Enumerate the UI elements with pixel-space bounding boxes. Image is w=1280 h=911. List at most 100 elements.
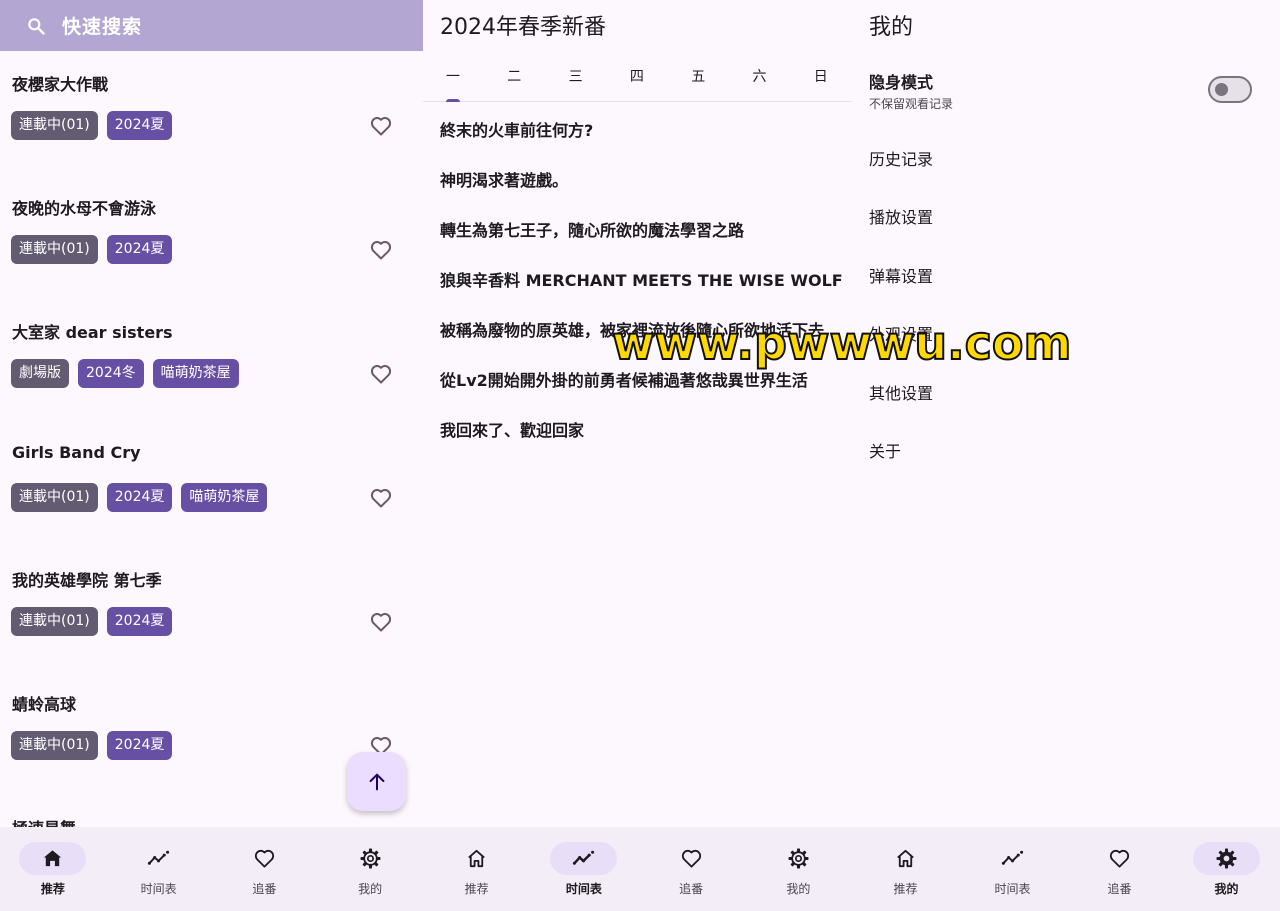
weekday-tab[interactable]: 四 xyxy=(617,66,657,86)
home-panel: 快速搜索 夜櫻家大作戰 連載中(01) 2024夏 夜晚的水母不會游泳 連載中(01) 2… xyxy=(0,0,423,911)
list-item[interactable]: 夜晚的水母不會游泳連載中(01) 2024夏 xyxy=(0,175,423,299)
settings-item[interactable]: 其他设置 xyxy=(869,380,933,404)
nav-label: 追番 xyxy=(252,882,277,896)
nav-item-home[interactable]: 推荐 xyxy=(0,827,106,911)
nav-item-timeline[interactable]: 时间表 xyxy=(106,827,212,911)
schedule-show-item[interactable]: 我回來了、歡迎回家 xyxy=(440,417,584,441)
nav-label: 追番 xyxy=(679,882,704,896)
schedule-panel: 2024年春季新番 一 二 三 四 五 六 日 終末的火車前往何方? 神明渴求著遊戲。轉生為第… xyxy=(423,0,852,911)
mine-panel: 我的 隐身模式 不保留观看记录 历史记录 播放设置 弹幕设置 外观设置 其他设置 关于 推… xyxy=(852,0,1280,911)
tab-indicator xyxy=(446,99,460,102)
tag-badge: 2024夏 xyxy=(106,731,173,760)
nav-label: 时间表 xyxy=(994,882,1031,896)
favorite-heart-icon[interactable] xyxy=(369,362,393,386)
nav-label: 推荐 xyxy=(40,882,65,896)
schedule-show-item[interactable]: 神明渴求著遊戲。 xyxy=(440,167,568,191)
gear-icon xyxy=(1215,847,1238,870)
nav-item-timeline[interactable]: 时间表 xyxy=(959,827,1066,911)
schedule-show-item[interactable]: 終末的火車前往何方? xyxy=(440,117,593,141)
nav-label: 我的 xyxy=(1214,882,1239,896)
tag-badge: 2024夏 xyxy=(106,607,173,636)
bottom-nav: 推荐 时间表 追番 我的 xyxy=(423,827,852,911)
search-placeholder: 快速搜索 xyxy=(62,16,143,38)
nav-item-gear[interactable]: 我的 xyxy=(317,827,423,911)
list-item[interactable]: 大室家 dear sisters 劇場版 2024冬 喵萌奶茶屋 xyxy=(0,299,423,423)
schedule-show-item[interactable]: 從Lv2開始開外掛的前勇者候補過著悠哉異世界生活 xyxy=(440,367,808,391)
arrow-up-icon xyxy=(369,773,384,790)
anime-title: 蜻蛉高球 xyxy=(12,695,77,714)
nav-label: 推荐 xyxy=(464,882,489,896)
tag-badge: 喵萌奶茶屋 xyxy=(152,359,239,388)
search-icon xyxy=(28,17,45,35)
tag-row: 連載中(01) 2024夏 xyxy=(11,731,173,760)
list-item[interactable]: Girls Band Cry 連載中(01) 2024夏 喵萌奶茶屋 xyxy=(0,423,423,547)
bottom-nav: 推荐 时间表 追番 我的 xyxy=(0,827,423,911)
tag-badge: 劇場版 xyxy=(11,359,69,388)
toggle-knob xyxy=(1215,83,1228,96)
tag-badge: 2024夏 xyxy=(106,111,173,140)
list-item[interactable]: 我的英雄學院 第七季連載中(01) 2024夏 xyxy=(0,547,423,671)
tag-row: 連載中(01) 2024夏 喵萌奶茶屋 xyxy=(11,483,268,512)
schedule-show-item[interactable]: 轉生為第七王子，隨心所欲的魔法學習之路 xyxy=(440,217,744,241)
anime-title: 夜晚的水母不會游泳 xyxy=(12,199,157,218)
nav-label: 追番 xyxy=(1107,882,1132,896)
settings-item[interactable]: 关于 xyxy=(869,438,901,462)
incognito-label: 隐身模式 xyxy=(869,73,934,92)
nav-item-gear[interactable]: 我的 xyxy=(745,827,852,911)
favorite-heart-icon[interactable] xyxy=(369,114,393,138)
nav-label: 时间表 xyxy=(565,882,602,896)
nav-item-timeline[interactable]: 时间表 xyxy=(530,827,637,911)
weekday-tab[interactable]: 日 xyxy=(801,66,841,86)
favorite-heart-icon[interactable] xyxy=(369,610,393,634)
settings-item[interactable]: 弹幕设置 xyxy=(869,263,933,287)
gear-icon xyxy=(787,847,810,870)
heart-icon xyxy=(1108,847,1131,870)
weekday-tab[interactable]: 六 xyxy=(740,66,780,86)
home-icon xyxy=(894,847,917,870)
scroll-top-button[interactable] xyxy=(347,752,406,811)
tag-badge: 2024夏 xyxy=(106,235,173,264)
tag-badge: 2024冬 xyxy=(78,359,144,388)
incognito-toggle[interactable] xyxy=(1208,76,1252,103)
nav-item-home[interactable]: 推荐 xyxy=(852,827,959,911)
tag-badge: 喵萌奶茶屋 xyxy=(181,483,268,512)
tag-badge: 連載中(01) xyxy=(11,483,98,512)
list-item[interactable]: 夜櫻家大作戰連載中(01) 2024夏 xyxy=(0,51,423,175)
weekday-tab[interactable]: 五 xyxy=(678,66,718,86)
favorite-heart-icon[interactable] xyxy=(369,238,393,262)
page-title: 2024年春季新番 xyxy=(440,15,606,40)
bottom-nav: 推荐 时间表 追番 我的 xyxy=(852,827,1280,911)
tag-badge: 連載中(01) xyxy=(11,607,98,636)
nav-item-heart[interactable]: 追番 xyxy=(212,827,318,911)
tag-badge: 連載中(01) xyxy=(11,111,98,140)
nav-item-heart[interactable]: 追番 xyxy=(1066,827,1173,911)
heart-icon xyxy=(680,847,703,870)
nav-item-home[interactable]: 推荐 xyxy=(423,827,530,911)
anime-title: 大室家 dear sisters xyxy=(12,323,173,342)
weekday-tab[interactable]: 二 xyxy=(494,66,534,86)
schedule-show-item[interactable]: 狼與辛香料 MERCHANT MEETS THE WISE WOLF xyxy=(440,267,843,291)
nav-item-gear[interactable]: 我的 xyxy=(1173,827,1280,911)
timeline-icon xyxy=(147,847,170,870)
settings-item[interactable]: 播放设置 xyxy=(869,204,933,228)
anime-title: 夜櫻家大作戰 xyxy=(12,75,109,94)
anime-title: 我的英雄學院 第七季 xyxy=(12,571,162,590)
gear-icon xyxy=(359,847,382,870)
nav-label: 我的 xyxy=(786,882,811,896)
tag-badge: 連載中(01) xyxy=(11,235,98,264)
home-icon xyxy=(465,847,488,870)
settings-item[interactable]: 历史记录 xyxy=(869,146,933,170)
nav-label: 时间表 xyxy=(140,882,177,896)
weekday-tab[interactable]: 三 xyxy=(556,66,596,86)
search-bar[interactable]: 快速搜索 xyxy=(0,0,423,51)
tag-badge: 2024夏 xyxy=(106,483,173,512)
weekday-tab[interactable]: 一 xyxy=(433,66,473,86)
incognito-sublabel: 不保留观看记录 xyxy=(869,97,954,111)
favorite-heart-icon[interactable] xyxy=(369,486,393,510)
watermark-text: www.pwwwu.com xyxy=(611,315,1072,371)
weekday-tabs: 一二三四五六日 xyxy=(423,52,852,102)
nav-item-heart[interactable]: 追番 xyxy=(638,827,745,911)
tag-row: 連載中(01) 2024夏 xyxy=(11,111,173,140)
nav-label: 推荐 xyxy=(893,882,918,896)
page-title: 我的 xyxy=(869,15,914,40)
